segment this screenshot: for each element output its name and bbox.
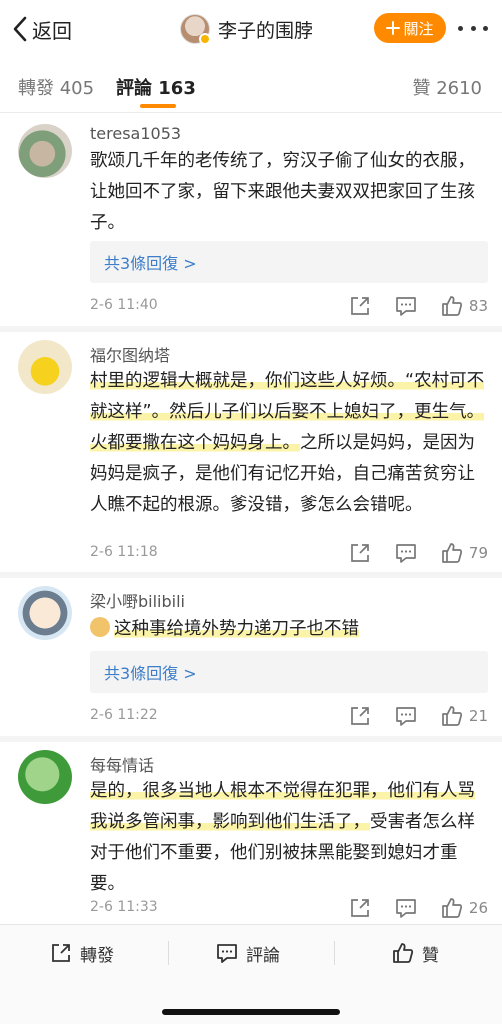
follow-button[interactable]: 關注 bbox=[374, 13, 446, 43]
tab-likes[interactable]: 贊 2610 bbox=[412, 74, 482, 100]
tab-reposts[interactable]: 轉發 405 bbox=[18, 74, 94, 100]
bottom-action-bar: 轉發 評論 贊 bbox=[0, 924, 502, 1024]
commenter-name[interactable]: 福尔图纳塔 bbox=[90, 342, 170, 366]
comment-meta: 2-6 11:18 79 bbox=[90, 542, 488, 564]
like-count: 21 bbox=[468, 707, 488, 725]
thumbs-up-icon bbox=[442, 543, 462, 563]
comment-item: teresa1053 歌颂几千年的老传统了，穷汉子偷了仙女的衣服，让她回不了家，… bbox=[0, 120, 502, 326]
thumbs-up-icon bbox=[442, 706, 462, 726]
plus-icon bbox=[386, 21, 401, 35]
like-post-button[interactable]: 贊 bbox=[392, 939, 439, 967]
comment-icon bbox=[217, 944, 237, 963]
comment-button[interactable]: 評論 bbox=[216, 939, 280, 967]
divider bbox=[334, 941, 335, 965]
view-replies-link[interactable]: 共3條回復 > bbox=[90, 651, 488, 693]
more-options-icon[interactable] bbox=[458, 16, 488, 40]
active-tab-indicator bbox=[140, 104, 176, 108]
comment-time: 2-6 11:33 bbox=[90, 899, 158, 915]
share-icon[interactable] bbox=[349, 542, 371, 564]
comment-text: 这种事给境外势力递刀子也不错 bbox=[90, 614, 488, 645]
commenter-avatar[interactable] bbox=[18, 124, 72, 178]
post-tabs: 轉發 405 評論 163 贊 2610 bbox=[0, 60, 502, 112]
divider bbox=[168, 941, 169, 965]
comment-icon[interactable] bbox=[395, 897, 417, 919]
comment-item: 每每情话 是的，很多当地人根本不觉得在犯罪，他们有人骂我说多管闲事，影响到他们生… bbox=[0, 748, 502, 922]
comment-item: 福尔图纳塔 村里的逻辑大概就是，你们这些人好烦。“农村可不就这样”。然后儿子们以… bbox=[0, 338, 502, 570]
author-info[interactable]: 李子的围脖 bbox=[180, 12, 313, 46]
like-button[interactable]: 79 bbox=[441, 542, 488, 564]
back-button[interactable]: 返回 bbox=[12, 12, 72, 46]
comment-text: 歌颂几千年的老传统了，穷汉子偷了仙女的衣服，让她回不了家，留下来跟他夫妻双双把家… bbox=[90, 151, 475, 233]
comment-label: 評論 bbox=[246, 945, 280, 966]
like-count: 83 bbox=[468, 297, 488, 315]
like-label: 贊 bbox=[422, 945, 439, 966]
chevron-left-icon bbox=[13, 16, 27, 42]
commenter-avatar[interactable] bbox=[18, 340, 72, 394]
verified-badge-icon bbox=[199, 33, 211, 45]
comment-meta: 2-6 11:33 26 bbox=[90, 897, 488, 919]
comment-actions: 21 bbox=[349, 705, 488, 727]
thumbs-up-icon bbox=[393, 943, 414, 963]
thumbs-up-icon bbox=[442, 898, 462, 918]
like-button[interactable]: 83 bbox=[441, 295, 488, 317]
comment-actions: 83 bbox=[349, 295, 488, 317]
highlighted-text: 这种事给境外势力递刀子也不错 bbox=[114, 619, 359, 639]
share-icon[interactable] bbox=[349, 295, 371, 317]
doge-emoji-icon bbox=[90, 617, 110, 637]
like-button[interactable]: 26 bbox=[441, 897, 488, 919]
share-icon[interactable] bbox=[349, 897, 371, 919]
commenter-name[interactable]: 每每情话 bbox=[90, 752, 154, 776]
comment-time: 2-6 11:40 bbox=[90, 297, 158, 313]
tab-comments[interactable]: 評論 163 bbox=[116, 74, 196, 100]
repost-button[interactable]: 轉發 bbox=[50, 939, 114, 967]
comment-icon[interactable] bbox=[395, 542, 417, 564]
commenter-name[interactable]: teresa1053 bbox=[90, 124, 181, 143]
like-count: 26 bbox=[468, 899, 488, 917]
back-label: 返回 bbox=[32, 18, 72, 43]
comment-item: 梁小嘢bilibili 这种事给境外势力递刀子也不错 共3條回復 > 2-6 1… bbox=[0, 584, 502, 734]
comment-text: 村里的逻辑大概就是，你们这些人好烦。“农村可不就这样”。然后儿子们以后娶不上媳妇… bbox=[90, 366, 488, 521]
repost-icon bbox=[52, 944, 70, 962]
like-button[interactable]: 21 bbox=[441, 705, 488, 727]
commenter-avatar[interactable] bbox=[18, 586, 72, 640]
follow-label: 關注 bbox=[403, 19, 434, 38]
comment-separator bbox=[0, 326, 502, 332]
comment-meta: 2-6 11:22 21 bbox=[90, 705, 488, 727]
comment-separator bbox=[0, 572, 502, 578]
comment-time: 2-6 11:18 bbox=[90, 544, 158, 560]
comment-actions: 79 bbox=[349, 542, 488, 564]
top-navigation-bar: 返回 李子的围脖 關注 bbox=[0, 0, 502, 60]
comment-text: 是的，很多当地人根本不觉得在犯罪，他们有人骂我说多管闲事，影响到他们生活了，受害… bbox=[90, 776, 488, 900]
author-avatar[interactable] bbox=[180, 14, 211, 45]
comment-icon[interactable] bbox=[395, 295, 417, 317]
comment-actions: 26 bbox=[349, 897, 488, 919]
commenter-name[interactable]: 梁小嘢bilibili bbox=[90, 588, 185, 612]
commenter-avatar[interactable] bbox=[18, 750, 72, 804]
comment-icon[interactable] bbox=[395, 705, 417, 727]
thumbs-up-icon bbox=[442, 296, 462, 316]
repost-label: 轉發 bbox=[80, 945, 114, 966]
view-replies-link[interactable]: 共3條回復 > bbox=[90, 241, 488, 283]
like-count: 79 bbox=[468, 544, 488, 562]
home-indicator[interactable] bbox=[162, 1009, 340, 1015]
comment-separator bbox=[0, 736, 502, 742]
comment-time: 2-6 11:22 bbox=[90, 707, 158, 723]
divider bbox=[0, 112, 502, 113]
share-icon[interactable] bbox=[349, 705, 371, 727]
author-name[interactable]: 李子的围脖 bbox=[218, 16, 313, 43]
comment-meta: 2-6 11:40 83 bbox=[90, 295, 488, 317]
